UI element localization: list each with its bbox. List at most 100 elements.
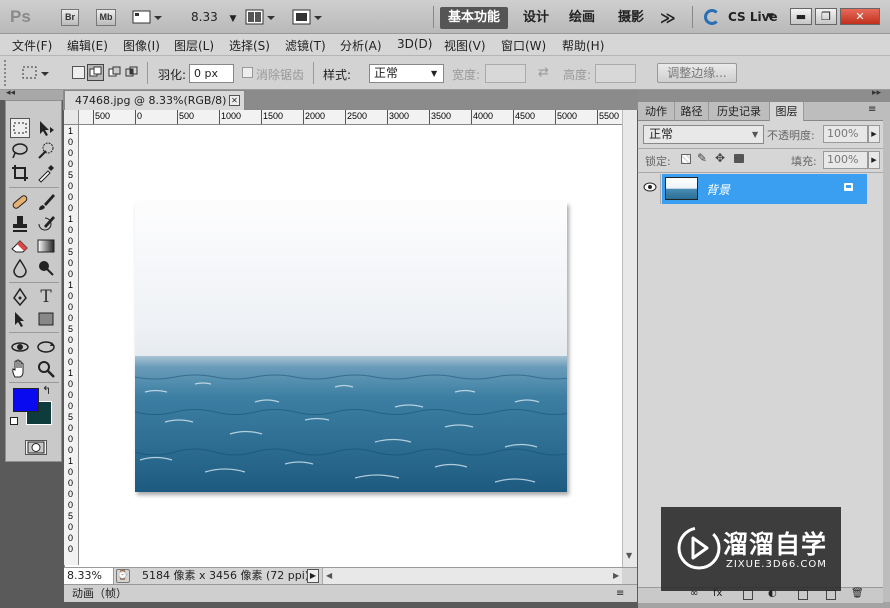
opacity-input[interactable]: 100% — [823, 125, 868, 143]
panel-dock-header[interactable]: ▸▸ — [638, 88, 890, 102]
3d-rotate-tool[interactable] — [10, 337, 30, 357]
blend-mode-select[interactable]: 正常 ▼ — [643, 125, 764, 144]
lasso-tool[interactable] — [10, 141, 30, 161]
scroll-down-arrow-icon[interactable]: ▼ — [626, 551, 632, 560]
refine-edge-button[interactable]: 调整边缘... — [657, 63, 737, 83]
foreground-color-front[interactable] — [13, 388, 39, 412]
eraser-tool[interactable] — [10, 236, 30, 256]
fill-slider-arrow-icon[interactable]: ▶ — [868, 151, 880, 169]
bridge-button[interactable]: Br — [61, 9, 79, 26]
healing-brush-tool[interactable] — [10, 192, 30, 212]
move-tool[interactable] — [36, 118, 56, 138]
pen-tool[interactable] — [10, 287, 30, 307]
new-layer-icon[interactable] — [826, 590, 836, 600]
workspace-painting-button[interactable]: 绘画 — [561, 7, 603, 29]
lock-transparency-icon[interactable] — [681, 154, 691, 164]
menu-edit[interactable]: 编辑(E) — [67, 37, 108, 54]
default-colors-icon[interactable] — [10, 417, 18, 425]
menu-filter[interactable]: 滤镜(T) — [285, 37, 326, 54]
clone-stamp-tool[interactable] — [10, 214, 30, 234]
height-input[interactable] — [595, 64, 636, 83]
menu-layer[interactable]: 图层(L) — [174, 37, 214, 54]
scroll-left-arrow-icon[interactable]: ◀ — [326, 568, 332, 584]
collapse-arrows-icon[interactable]: ◂◂ — [6, 88, 15, 98]
menu-help[interactable]: 帮助(H) — [562, 37, 604, 54]
history-brush-tool[interactable] — [36, 214, 56, 234]
width-input[interactable] — [485, 64, 526, 83]
new-selection-button[interactable] — [72, 66, 85, 79]
feather-input[interactable]: 0 px — [189, 64, 234, 83]
panel-menu-icon[interactable]: ≡ — [868, 104, 876, 115]
dodge-tool[interactable] — [36, 258, 56, 278]
panel-menu-icon[interactable]: ≡ — [616, 585, 624, 602]
antialias-checkbox[interactable] — [242, 67, 253, 78]
ruler-origin[interactable] — [64, 110, 79, 125]
add-mask-icon[interactable] — [743, 590, 753, 600]
eyedropper-tool[interactable] — [36, 163, 56, 183]
gradient-tool[interactable] — [36, 236, 56, 256]
subtract-selection-button[interactable] — [107, 65, 122, 80]
hand-tool[interactable] — [10, 359, 30, 379]
workspace-design-button[interactable]: 设计 — [515, 7, 557, 29]
animation-panel-bar[interactable]: 动画（帧） ≡ — [64, 584, 637, 602]
trash-icon[interactable]: 🗑 — [851, 588, 864, 599]
type-tool[interactable]: T — [36, 287, 56, 307]
menu-view[interactable]: 视图(V) — [444, 37, 486, 54]
zoom-tool[interactable] — [36, 359, 56, 379]
status-menu-icon[interactable]: ⌚ — [116, 569, 130, 583]
play-triangle-icon[interactable]: ▶ — [307, 569, 319, 583]
minibridge-button[interactable]: Mb — [96, 9, 116, 26]
layer-row-background[interactable]: 背景 — [662, 174, 867, 204]
marquee-tool[interactable] — [10, 118, 30, 138]
style-select[interactable]: 正常 ▼ — [369, 64, 444, 83]
view-extras-button[interactable] — [132, 9, 164, 26]
lock-position-move-icon[interactable]: ✥ — [715, 151, 725, 165]
screen-mode-button[interactable] — [292, 9, 324, 26]
vertical-scrollbar[interactable]: ▼ — [622, 110, 637, 567]
3d-orbit-tool[interactable] — [36, 337, 56, 357]
tab-actions[interactable]: 动作 — [638, 102, 675, 121]
new-group-icon[interactable] — [798, 590, 808, 600]
grip-handle[interactable] — [4, 60, 8, 86]
tab-history[interactable]: 历史记录 — [709, 102, 770, 121]
brush-tool[interactable] — [36, 192, 56, 212]
menu-window[interactable]: 窗口(W) — [501, 37, 546, 54]
quick-selection-tool[interactable] — [36, 141, 56, 161]
intersect-selection-button[interactable] — [124, 65, 139, 80]
menu-image[interactable]: 图像(I) — [123, 37, 160, 54]
swap-colors-icon[interactable]: ↰ — [42, 384, 51, 397]
crop-tool[interactable] — [10, 163, 30, 183]
lock-pixels-brush-icon[interactable]: ✎ — [697, 151, 707, 165]
restore-button[interactable]: ❐ — [815, 8, 837, 25]
menu-select[interactable]: 选择(S) — [229, 37, 270, 54]
rectangle-tool[interactable] — [36, 309, 56, 329]
more-workspaces-button[interactable]: ≫ — [652, 7, 684, 29]
menu-3d[interactable]: 3D(D) — [397, 37, 432, 51]
lock-all-icon[interactable] — [734, 154, 744, 163]
document-tab[interactable]: 47468.jpg @ 8.33%(RGB/8) ✕ — [64, 90, 245, 110]
workspace-photography-button[interactable]: 摄影 — [610, 7, 652, 29]
minimize-button[interactable]: ▬ — [790, 8, 812, 25]
zoom-level-dropdown[interactable]: 8.33 ▼ — [191, 10, 236, 24]
close-document-icon[interactable]: ✕ — [229, 95, 240, 106]
tool-preset-picker[interactable] — [20, 64, 52, 82]
add-to-selection-button[interactable] — [87, 64, 104, 81]
tab-paths[interactable]: 路径 — [675, 102, 709, 121]
close-window-button[interactable]: ✕ — [840, 8, 880, 25]
swap-arrows-icon[interactable]: ⇄ — [538, 65, 549, 80]
scroll-right-arrow-icon[interactable]: ▶ — [613, 568, 619, 584]
toolbox-header[interactable]: ◂◂ — [0, 88, 63, 100]
blur-tool[interactable] — [10, 258, 30, 278]
fill-input[interactable]: 100% — [823, 151, 868, 169]
horizontal-scrollbar[interactable]: ◀ ▶ — [322, 568, 622, 584]
path-selection-tool[interactable] — [10, 309, 30, 329]
zoom-field[interactable]: 8.33% — [64, 568, 114, 584]
quick-mask-button[interactable] — [25, 440, 47, 455]
menu-analysis[interactable]: 分析(A) — [340, 37, 382, 54]
expand-arrows-icon[interactable]: ▸▸ — [872, 88, 881, 98]
opacity-slider-arrow-icon[interactable]: ▶ — [868, 125, 880, 143]
tab-layers[interactable]: 图层 — [770, 102, 804, 121]
layer-visibility-toggle[interactable] — [641, 174, 661, 204]
workspace-essentials-button[interactable]: 基本功能 — [440, 7, 509, 29]
arrange-documents-button[interactable] — [245, 9, 277, 26]
